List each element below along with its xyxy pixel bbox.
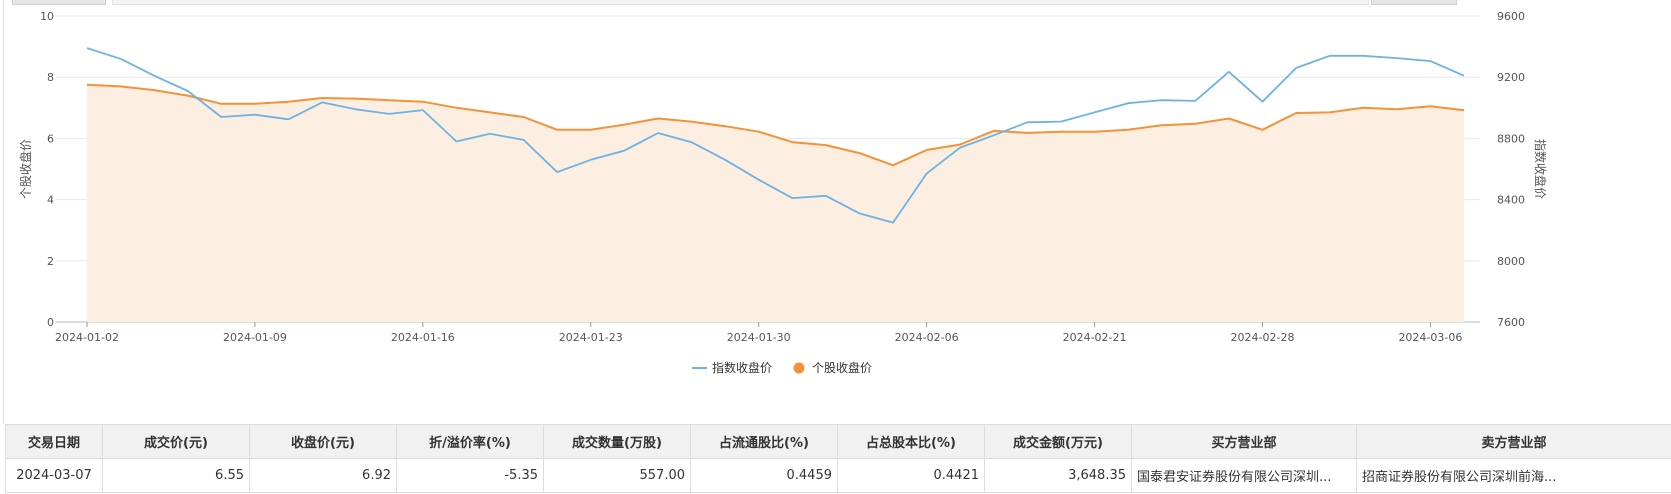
y-left-tick-label: 6 <box>47 132 54 145</box>
x-tick-label: 2024-02-28 <box>1231 331 1295 344</box>
cell-trade-amount: 3,648.35 <box>984 458 1132 493</box>
x-tick-label: 2024-01-16 <box>391 331 455 344</box>
legend-stock-label: 个股收盘价 <box>812 360 872 375</box>
th-total-ratio: 占总股本比(%) <box>837 424 985 459</box>
x-tick-label: 2024-02-06 <box>895 331 959 344</box>
price-chart: 0 7600 2 8000 4 8400 6 8800 8 9200 10 9600 个股收盘价 指数收盘… <box>0 0 1671 424</box>
th-seller-branch: 卖方营业部 <box>1356 424 1671 459</box>
cell-buyer-branch[interactable]: 国泰君安证券股份有限公司深圳... <box>1131 458 1357 493</box>
y-right-tick-label: 9200 <box>1497 71 1525 84</box>
th-buyer-branch: 买方营业部 <box>1131 424 1357 459</box>
x-tick-label: 2024-02-21 <box>1063 331 1127 344</box>
y-left-tick-label: 10 <box>40 10 54 23</box>
block-trade-table: 交易日期 成交价(元) 收盘价(元) 折/溢价率(%) 成交数量(万股) 占流通… <box>5 424 1671 493</box>
y-right-tick-label: 8400 <box>1497 194 1525 207</box>
th-trade-date: 交易日期 <box>5 424 103 459</box>
y-right-tick-label: 8000 <box>1497 255 1525 268</box>
cell-trade-date: 2024-03-07 <box>5 458 103 493</box>
cell-close-price: 6.92 <box>249 458 397 493</box>
x-tick-label: 2024-01-30 <box>727 331 791 344</box>
cell-trade-volume: 557.00 <box>543 458 691 493</box>
x-tick-label: 2024-01-02 <box>55 331 119 344</box>
th-trade-price: 成交价(元) <box>102 424 250 459</box>
cell-float-ratio: 0.4459 <box>690 458 838 493</box>
legend-index-label: 指数收盘价 <box>712 360 772 375</box>
y-left-axis-title: 个股收盘价 <box>18 139 33 199</box>
table-row: 2024-03-07 6.55 6.92 -5.35 557.00 0.4459… <box>5 458 1671 493</box>
cell-trade-price: 6.55 <box>102 458 250 493</box>
cell-total-ratio: 0.4421 <box>837 458 985 493</box>
y-right-tick-label: 8800 <box>1497 132 1525 145</box>
cell-seller-branch[interactable]: 招商证券股份有限公司深圳前海... <box>1356 458 1671 493</box>
y-left-tick-label: 2 <box>47 255 54 268</box>
th-premium-rate: 折/溢价率(%) <box>396 424 544 459</box>
x-tick-label: 2024-03-06 <box>1398 331 1462 344</box>
y-right-axis-title: 指数收盘价 <box>1533 139 1548 199</box>
y-right-tick-label: 9600 <box>1497 10 1525 23</box>
legend-stock-swatch <box>793 362 805 374</box>
th-trade-volume: 成交数量(万股) <box>543 424 691 459</box>
y-left-tick-label: 4 <box>47 194 54 207</box>
x-tick-label: 2024-01-23 <box>559 331 623 344</box>
table-header-row: 交易日期 成交价(元) 收盘价(元) 折/溢价率(%) 成交数量(万股) 占流通… <box>5 424 1671 459</box>
th-float-ratio: 占流通股比(%) <box>690 424 838 459</box>
chart-svg: 0 76002 80004 84006 88008 920010 9600个股收盘价 指数收盘… <box>3 0 1548 424</box>
y-right-tick-label: 7600 <box>1497 316 1525 329</box>
th-trade-amount: 成交金额(万元) <box>984 424 1132 459</box>
y-left-tick-label: 8 <box>47 71 54 84</box>
th-close-price: 收盘价(元) <box>249 424 397 459</box>
stock-area <box>87 84 1464 322</box>
y-left-tick-label: 0 <box>47 316 54 329</box>
x-tick-label: 2024-01-09 <box>223 331 287 344</box>
cell-premium-rate: -5.35 <box>396 458 544 493</box>
